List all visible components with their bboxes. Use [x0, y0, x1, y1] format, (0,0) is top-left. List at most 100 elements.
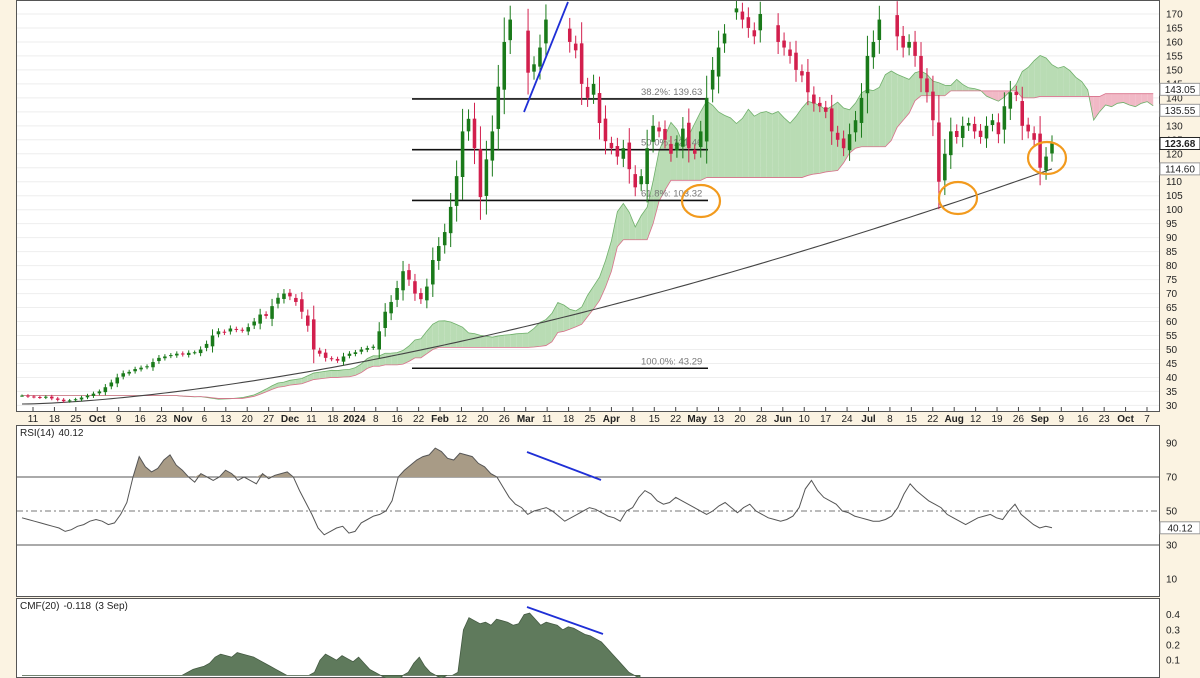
candle-body: [830, 108, 834, 131]
candle-body: [508, 20, 512, 41]
fib-label: 100.0%: 43.29: [641, 356, 702, 367]
cloud-segment: [790, 116, 796, 177]
price-x-tick-label: 25: [584, 414, 596, 425]
candle-body: [592, 84, 596, 95]
cloud-segment: [516, 333, 522, 347]
cloud-segment: [457, 324, 463, 347]
candle-body: [848, 134, 852, 150]
cloud-segment: [778, 111, 784, 177]
cloud-segment: [611, 212, 617, 272]
price-y-tick: 170: [1166, 9, 1183, 20]
candle-body: [407, 270, 411, 279]
candle-body: [38, 397, 42, 398]
cloud-segment: [486, 336, 492, 347]
price-x-tick-label: 7: [1144, 414, 1150, 425]
price-x-tick-label: Jun: [774, 414, 792, 425]
cloud-span-b: [22, 91, 1153, 399]
candle-body: [145, 366, 149, 367]
cloud-segment: [784, 118, 790, 178]
candle-body: [961, 126, 965, 138]
price-x-tick-label: 22: [927, 414, 939, 425]
price-x-tick-label: 22: [670, 414, 682, 425]
candle-body: [294, 298, 298, 302]
fib-label: 38.2%: 139.63: [641, 87, 702, 98]
price-y-tick: 90: [1166, 233, 1178, 244]
price-x-tick-label: 11: [542, 414, 553, 425]
cmf-title-value: -0.118: [63, 601, 91, 612]
candle-body: [586, 87, 590, 98]
cmf-title: CMF(20)-0.118(3 Sep): [20, 601, 128, 612]
price-y-tick: 60: [1166, 317, 1178, 328]
candle-body: [139, 368, 143, 370]
candle-body: [235, 329, 239, 330]
price-y-tick: 95: [1166, 219, 1178, 230]
cloud-segment: [338, 370, 344, 378]
candle-body: [878, 20, 882, 40]
candle-body: [68, 400, 72, 401]
candle-body: [98, 391, 102, 393]
cmf-title-date: (3 Sep): [95, 601, 128, 612]
candle-body: [824, 107, 828, 112]
candle-body: [127, 372, 131, 374]
price-y-tick: 105: [1166, 191, 1183, 202]
price-y-tick: 80: [1166, 261, 1178, 272]
price-y-tick: 150: [1166, 65, 1183, 76]
candle-body: [306, 316, 310, 326]
candle-body: [639, 176, 643, 184]
candle-body: [747, 17, 751, 28]
candle-body: [931, 92, 935, 121]
candle-body: [80, 398, 84, 400]
rsi-y-tick: 10: [1166, 575, 1178, 586]
candle-body: [580, 43, 584, 84]
candle-body: [437, 246, 441, 261]
price-x-tick-label: Oct: [89, 414, 106, 425]
candle-body: [110, 382, 114, 386]
cloud-segment: [748, 109, 754, 177]
price-x-tick-label: 13: [713, 414, 725, 425]
candle-body: [32, 396, 36, 397]
candle-body: [223, 332, 227, 333]
cloud-segment: [897, 74, 903, 127]
price-y-tick: 160: [1166, 37, 1183, 48]
cloud-segment: [1034, 55, 1040, 97]
candle-body: [56, 399, 60, 400]
candle-body: [723, 34, 727, 44]
rsi-title-name: RSI(14): [20, 428, 54, 439]
cloud-segment: [528, 328, 534, 347]
candle-body: [336, 359, 340, 361]
cmf-y-tick: 0.1: [1166, 656, 1180, 667]
cmf-area: [22, 613, 640, 678]
price-x-tick-label: 18: [49, 414, 61, 425]
candle-body: [681, 129, 685, 147]
candle-body: [133, 369, 137, 371]
candle-body: [794, 53, 798, 70]
candle-body: [366, 348, 370, 350]
cloud-segment: [713, 105, 719, 177]
cloud-segment: [1058, 66, 1064, 96]
candle-body: [264, 314, 268, 316]
cloud-segment: [469, 333, 475, 348]
candle-body: [925, 78, 929, 92]
candle-body: [330, 358, 334, 359]
candle-body: [842, 138, 846, 148]
rsi-flag: 40.12: [1160, 522, 1200, 535]
candle-body: [50, 397, 54, 399]
cloud-segment: [742, 109, 748, 177]
cloud-segment: [730, 118, 736, 178]
cloud-span-a: [22, 55, 1153, 399]
candle-body: [622, 148, 626, 159]
cloud-segment: [1129, 94, 1135, 107]
candle-body: [753, 30, 757, 36]
price-y-tick: 120: [1166, 149, 1183, 160]
chart-canvas: 3035404550556065707580859095100105110115…: [0, 0, 1200, 675]
candle-body: [782, 41, 786, 48]
candle-body: [693, 150, 697, 154]
candle-body: [371, 347, 375, 348]
cloud-segment: [570, 309, 576, 329]
candle-body: [246, 327, 250, 331]
cloud-segment: [1123, 94, 1129, 105]
cloud-segment: [802, 101, 808, 177]
candle-body: [919, 56, 923, 78]
price-y-tick: 130: [1166, 121, 1183, 132]
price-x-tick-label: 6: [202, 414, 208, 425]
